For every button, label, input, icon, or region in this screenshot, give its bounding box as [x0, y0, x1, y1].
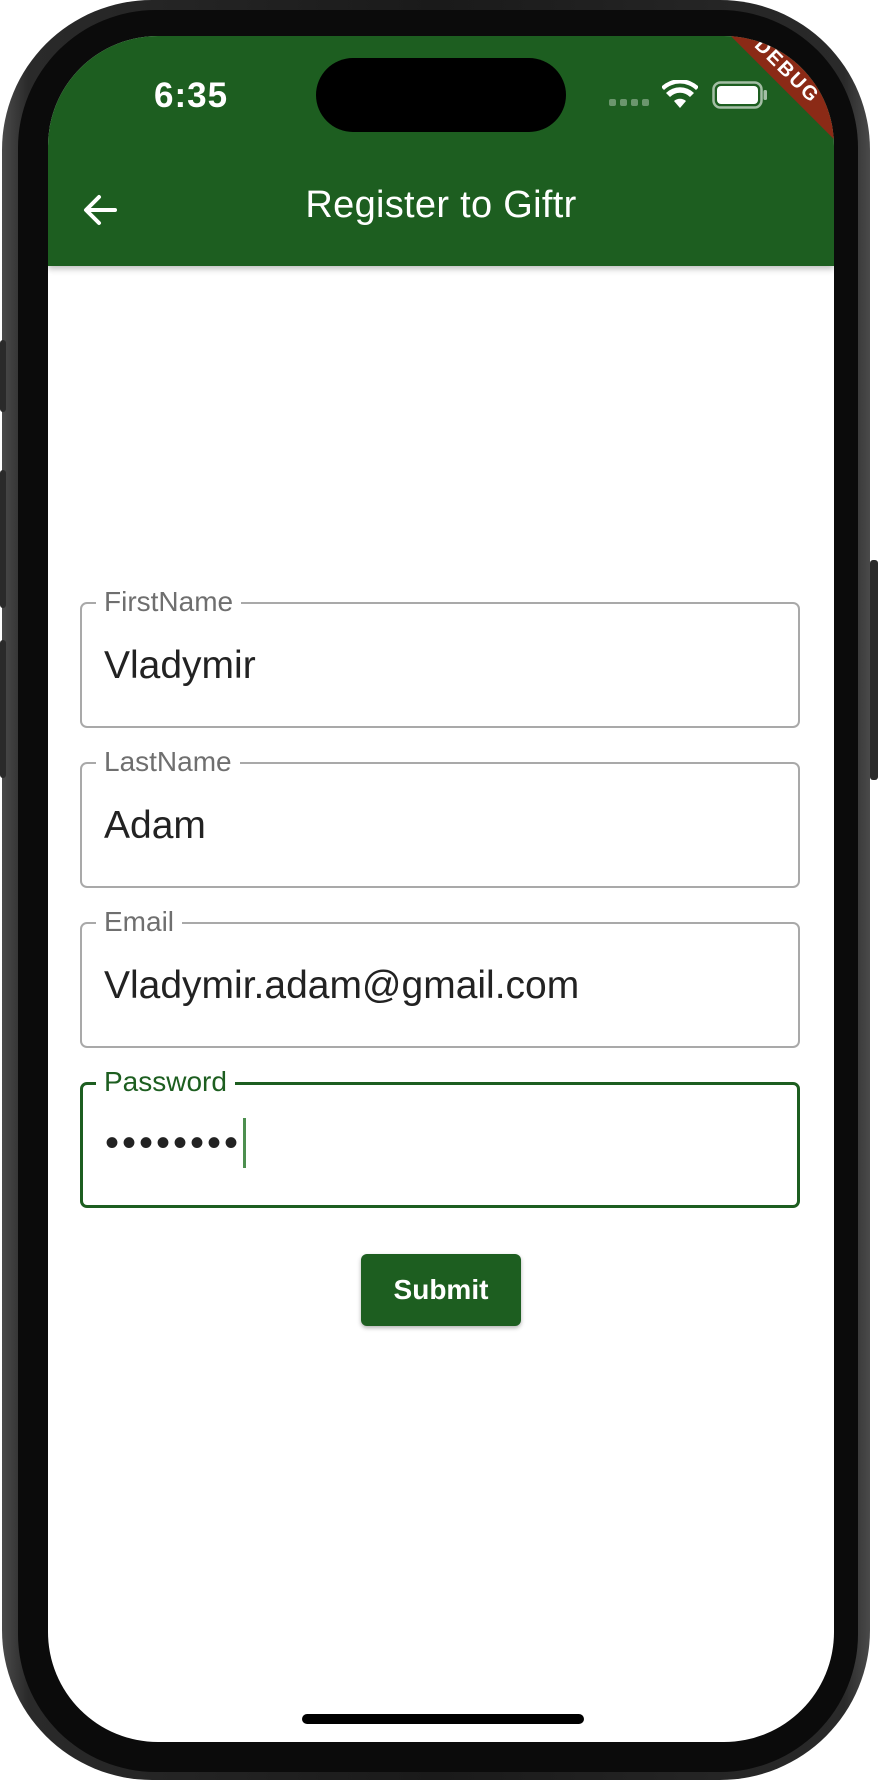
first-name-label: FirstName	[96, 586, 242, 618]
email-field[interactable]: Email Vladymir.adam@gmail.com	[80, 906, 800, 1048]
password-label: Password	[96, 1066, 235, 1098]
side-button	[0, 470, 6, 608]
last-name-field[interactable]: LastName Adam	[80, 746, 800, 888]
home-indicator	[302, 1714, 584, 1724]
password-value: ••••••••	[105, 1121, 242, 1165]
battery-icon	[712, 81, 767, 109]
app-screen: 6:35 DEBUG Register to Giftr FirstName V…	[48, 36, 834, 1742]
submit-button[interactable]: Submit	[361, 1254, 521, 1326]
last-name-label: LastName	[96, 746, 240, 778]
email-label: Email	[96, 906, 183, 938]
side-button	[0, 340, 6, 412]
password-value-wrapper: ••••••••	[105, 1115, 247, 1171]
email-value: Vladymir.adam@gmail.com	[104, 964, 580, 1007]
password-field[interactable]: Password ••••••••	[80, 1066, 800, 1208]
page-title: Register to Giftr	[305, 184, 577, 226]
text-caret	[243, 1118, 247, 1168]
side-button	[0, 640, 6, 778]
dynamic-island	[316, 58, 566, 132]
status-time: 6:35	[154, 76, 229, 115]
last-name-value: Adam	[104, 804, 206, 847]
app-bar: 6:35 DEBUG Register to Giftr	[48, 36, 834, 266]
side-button	[870, 560, 878, 780]
first-name-value: Vladymir	[104, 644, 256, 687]
cellular-signal-icon	[609, 99, 649, 106]
wifi-icon	[662, 80, 698, 108]
phone-frame: 6:35 DEBUG Register to Giftr FirstName V…	[0, 0, 888, 1780]
first-name-field[interactable]: FirstName Vladymir	[80, 586, 800, 728]
